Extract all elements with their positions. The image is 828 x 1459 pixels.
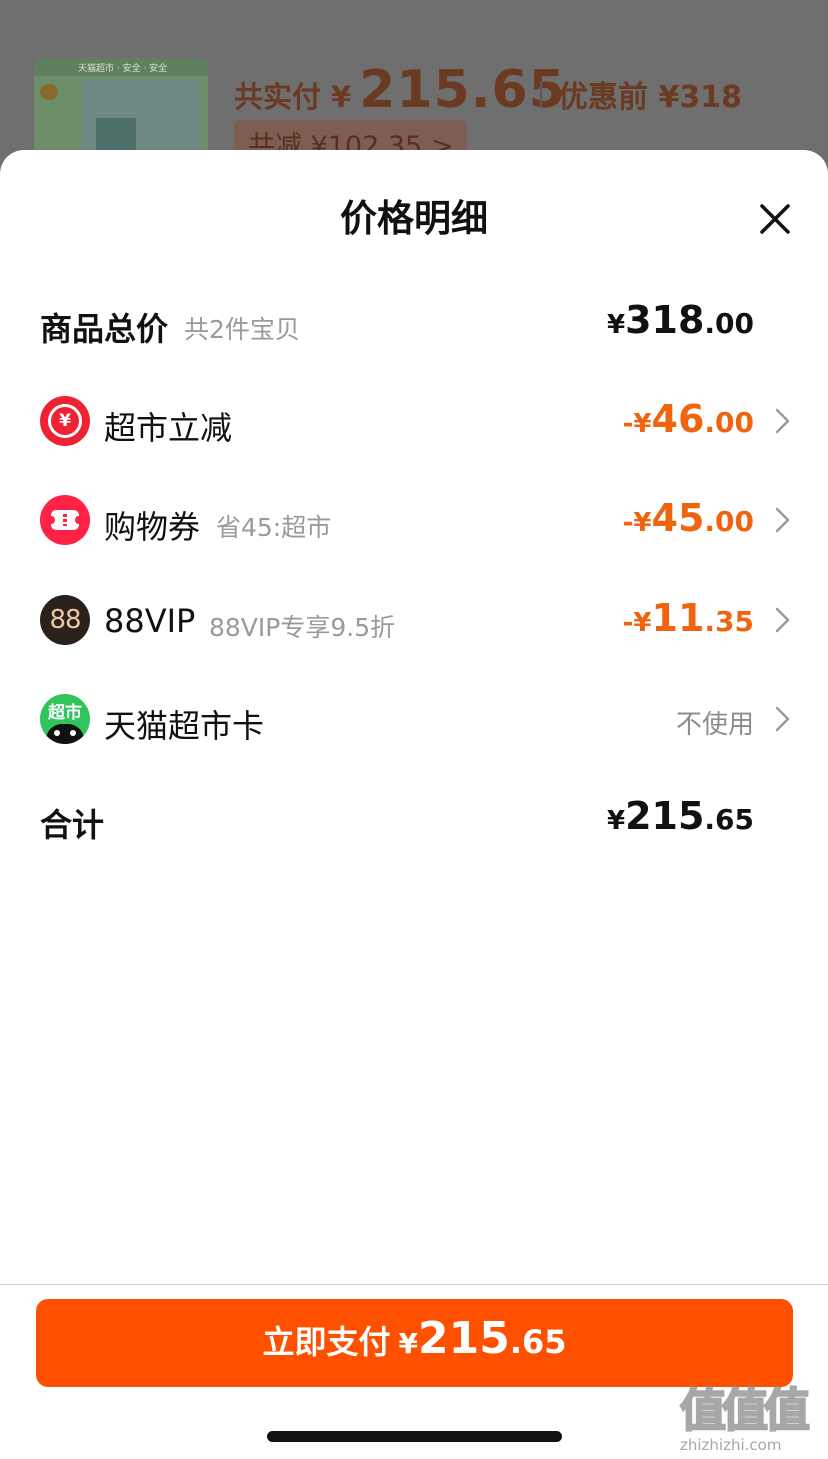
ticket-icon [40, 495, 90, 545]
shopping-coupon-label: 购物券 [104, 508, 201, 546]
shopping-coupon-sub: 省45:超市 [216, 513, 332, 542]
supermarket-discount-row[interactable]: ¥ 超市立减 -¥ 46 .00 [0, 381, 828, 461]
total-amount: ¥ 215 .65 [606, 794, 754, 838]
goods-total-price: ¥ 318 .00 [606, 298, 754, 342]
total-label: 合计 [40, 806, 105, 844]
goods-count: 共2件宝贝 [184, 315, 300, 344]
background-before-discount: 优惠前 ¥318 [558, 80, 742, 115]
close-icon [760, 204, 790, 234]
thumbnail-mascot [40, 84, 58, 100]
footer-divider [0, 1284, 828, 1285]
separator [540, 82, 542, 106]
background-paid-total: 共实付 ¥ 215.65 [234, 60, 566, 120]
vip88-amount: -¥ 11 .35 [622, 596, 754, 640]
yen-refund-icon: ¥ [40, 396, 90, 446]
supermarket-discount-label: 超市立减 [104, 409, 233, 447]
vip88-label: 88VIP [104, 602, 196, 640]
goods-total-label: 商品总价 [40, 310, 169, 348]
vip88-icon: 88 [40, 595, 90, 645]
chevron-right-icon [775, 408, 790, 434]
supermarket-discount-amount: -¥ 46 .00 [622, 397, 754, 441]
chevron-right-icon [775, 507, 790, 533]
chevron-right-icon [775, 607, 790, 633]
home-indicator [267, 1431, 562, 1442]
chevron-right-icon [775, 706, 790, 732]
goods-total-row: 商品总价 共2件宝贝 ¥ 318 .00 [0, 282, 828, 362]
vip88-row[interactable]: 88 88VIP 88VIP专享9.5折 -¥ 11 .35 [0, 580, 828, 660]
background-order-header: 天猫超市 · 安全 · 安全 共实付 ¥ 215.65 优惠前 ¥318 共减 … [0, 0, 828, 170]
watermark: 值值值 zhizhizhi.com [679, 1382, 811, 1454]
tmall-card-status: 不使用 [675, 710, 754, 740]
tmall-supermarket-icon: 超市 [40, 694, 90, 744]
thumbnail-banner: 天猫超市 · 安全 · 安全 [78, 64, 168, 74]
price-detail-sheet: 价格明细 商品总价 共2件宝贝 ¥ 318 .00 ¥ 超市立减 -¥ 46 .… [0, 150, 828, 1459]
sheet-title: 价格明细 [340, 197, 488, 240]
total-row: 合计 ¥ 215 .65 [0, 778, 828, 858]
shopping-coupon-row[interactable]: 购物券 省45:超市 -¥ 45 .00 [0, 480, 828, 560]
shopping-coupon-amount: -¥ 45 .00 [622, 496, 754, 540]
close-button[interactable] [752, 196, 798, 242]
vip88-sub: 88VIP专享9.5折 [209, 613, 396, 642]
tmall-card-row[interactable]: 超市 天猫超市卡 不使用 [0, 679, 828, 759]
tmall-card-label: 天猫超市卡 [104, 707, 265, 745]
